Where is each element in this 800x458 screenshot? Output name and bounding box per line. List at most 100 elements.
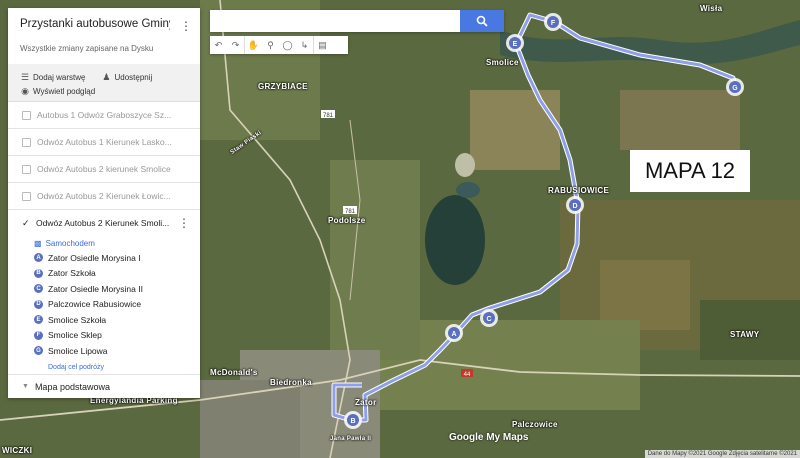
stop-letter-badge: D — [34, 299, 43, 309]
layer-item[interactable]: Autobus 1 Odwóz Graboszyce Sz... — [8, 102, 200, 129]
search-icon — [476, 15, 488, 27]
layer-label: Autobus 1 Odwóz Graboszyce Sz... — [37, 110, 172, 120]
stop-name: Smolice Szkoła — [48, 314, 107, 325]
route-marker-e[interactable]: E — [506, 34, 524, 52]
active-layer-label: Odwóz Autobus 2 Kierunek Smoli... — [36, 218, 170, 228]
place-label-palczowice: Palczowice — [512, 420, 558, 429]
marker-letter-b: B — [350, 418, 355, 425]
travel-mode-label: Samochodem — [45, 238, 95, 248]
panel-header: Przystanki autobusowe Gminy Za... Wszyst… — [8, 8, 200, 64]
route-marker-g[interactable]: G — [726, 78, 744, 96]
panel-actions: ☰ Dodaj warstwę ♟ Udostępnij ◉ Wyświetl pod… — [8, 64, 200, 102]
route-stop[interactable]: A Zator Osiedle Morysina I — [8, 250, 200, 266]
layer-item[interactable]: Odwóz Autobus 1 Kierunek Lasko... — [8, 129, 200, 156]
map-legend-panel: Przystanki autobusowe Gminy Za... Wszyst… — [8, 8, 200, 398]
marker-letter-c: C — [486, 316, 491, 323]
travel-mode[interactable]: ▩ Samochodem — [8, 236, 200, 250]
base-map-label: Mapa podstawowa — [34, 381, 110, 392]
stop-letter-badge: C — [34, 284, 43, 294]
expand-arrow-icon: ▼ — [22, 383, 29, 390]
search-button[interactable] — [460, 10, 504, 32]
marker-letter-d: D — [572, 203, 577, 210]
place-label-rabusiowice: RABUSIOWICE — [548, 186, 610, 195]
route-marker-f[interactable]: F — [544, 13, 562, 31]
stop-name: Smolice Lipowa — [48, 345, 108, 356]
google-my-maps-logo: Google My Maps — [449, 432, 529, 443]
stop-name: Zator Szkoła — [48, 268, 96, 279]
stop-letter-badge: F — [34, 330, 43, 340]
layer-checkbox[interactable] — [22, 164, 31, 174]
stop-name: Zator Osiedle Morysina I — [48, 252, 141, 263]
add-layer-label: Dodaj warstwę — [33, 72, 86, 82]
poi-label-mcdonalds: McDonald's — [210, 368, 258, 377]
layer-item-active[interactable]: ✓ Odwóz Autobus 2 Kierunek Smoli... ⋮ — [8, 210, 200, 236]
preview-label: Wyświetl podgląd — [33, 86, 96, 96]
route-stop[interactable]: B Zator Szkoła — [8, 266, 200, 282]
search-box[interactable] — [210, 10, 504, 32]
layer-label: Odwóz Autobus 2 Kierunek Łowic... — [37, 191, 171, 201]
layer-label: Odwóz Autobus 2 kierunek Smolice — [37, 164, 171, 174]
map-title[interactable]: Przystanki autobusowe Gminy Za... — [20, 18, 170, 30]
directions-icon[interactable]: ↳ — [296, 36, 313, 54]
river-label-wisla: Wisła — [700, 4, 723, 13]
undo-icon[interactable]: ↶ — [210, 36, 227, 54]
route-stop[interactable]: G Smolice Lipowa — [8, 343, 200, 359]
stop-letter-badge: B — [34, 268, 43, 278]
ruler-icon[interactable]: ▤ — [313, 36, 331, 54]
share-label: Udostępnij — [114, 72, 153, 82]
marker-letter-e: E — [513, 41, 518, 48]
layer-checkbox-checked[interactable]: ✓ — [22, 218, 30, 228]
marker-letter-f: F — [551, 20, 556, 27]
map-toolbar: ↶ ↷ ✋ ⚲ ◯ ↳ ▤ — [210, 36, 348, 54]
save-status: Wszystkie zmiany zapisane na Dysku — [20, 44, 154, 53]
add-layer-button[interactable]: ☰ Dodaj warstwę — [20, 71, 86, 83]
redo-icon[interactable]: ↷ — [227, 36, 244, 54]
layer-checkbox[interactable] — [22, 191, 31, 201]
stop-name: Zator Osiedle Morysina II — [48, 283, 143, 294]
layer-checkbox[interactable] — [22, 110, 31, 120]
stop-letter-badge: G — [34, 346, 43, 356]
route-marker-b[interactable]: B — [344, 411, 362, 429]
search-input[interactable] — [210, 10, 462, 30]
poi-label-biedronka: Biedronka — [270, 378, 312, 387]
layer-options-icon[interactable]: ⋮ — [178, 216, 190, 230]
place-label-smolice: Smolice — [486, 58, 519, 67]
layers-icon: ☰ — [20, 71, 30, 82]
add-person-icon: ♟ — [102, 71, 111, 82]
layer-label: Odwóz Autobus 1 Kierunek Lasko... — [37, 137, 172, 147]
stop-letter-badge: A — [34, 253, 43, 263]
road-781-label-2: 781 — [345, 209, 356, 215]
route-marker-d[interactable]: D — [566, 196, 584, 214]
share-button[interactable]: ♟ Udostępnij — [101, 72, 152, 83]
preview-button[interactable]: ◉ Wyświetl podgląd — [20, 86, 95, 97]
place-label-zator: Zator — [355, 398, 377, 407]
route-stop[interactable]: E Smolice Szkoła — [8, 312, 200, 328]
place-label-stawy: STAWY — [730, 330, 760, 339]
map-overlay-title: MAPA 12 — [630, 150, 750, 192]
place-label-grzybiace: GRZYBIACE — [258, 82, 308, 91]
map-options-icon[interactable]: ⋮ — [180, 20, 192, 32]
marker-icon[interactable]: ⚲ — [262, 36, 279, 54]
stop-name: Palczowice Rabusiowice — [48, 299, 142, 310]
base-map-toggle[interactable]: ▼ Mapa podstawowa — [8, 374, 200, 398]
line-icon[interactable]: ◯ — [279, 36, 296, 54]
route-marker-a[interactable]: A — [445, 324, 463, 342]
hand-icon[interactable]: ✋ — [244, 36, 262, 54]
eye-icon: ◉ — [21, 85, 29, 96]
route-marker-c[interactable]: C — [480, 309, 498, 327]
layer-checkbox[interactable] — [22, 137, 31, 147]
map-credits[interactable]: Dane do Mapy ©2021 Google Zdjęcia sateli… — [644, 450, 800, 458]
stop-name: Smolice Sklep — [48, 330, 102, 341]
car-icon: ▩ — [34, 238, 42, 248]
place-label-podolsze: Podolsze — [328, 216, 366, 225]
layer-item[interactable]: Odwóz Autobus 2 Kierunek Łowic... — [8, 183, 200, 210]
road-44-label: 44 — [464, 372, 471, 378]
route-stop[interactable]: F Smolice Sklep — [8, 328, 200, 344]
marker-letter-g: G — [732, 85, 738, 92]
road-781-label: 781 — [323, 113, 334, 119]
marker-letter-a: A — [451, 331, 456, 338]
layer-item[interactable]: Odwóz Autobus 2 kierunek Smolice — [8, 156, 200, 183]
route-stop[interactable]: C Zator Osiedle Morysina II — [8, 281, 200, 297]
route-stop[interactable]: D Palczowice Rabusiowice — [8, 297, 200, 313]
place-label-lowiczki: WICZKI — [2, 446, 33, 455]
